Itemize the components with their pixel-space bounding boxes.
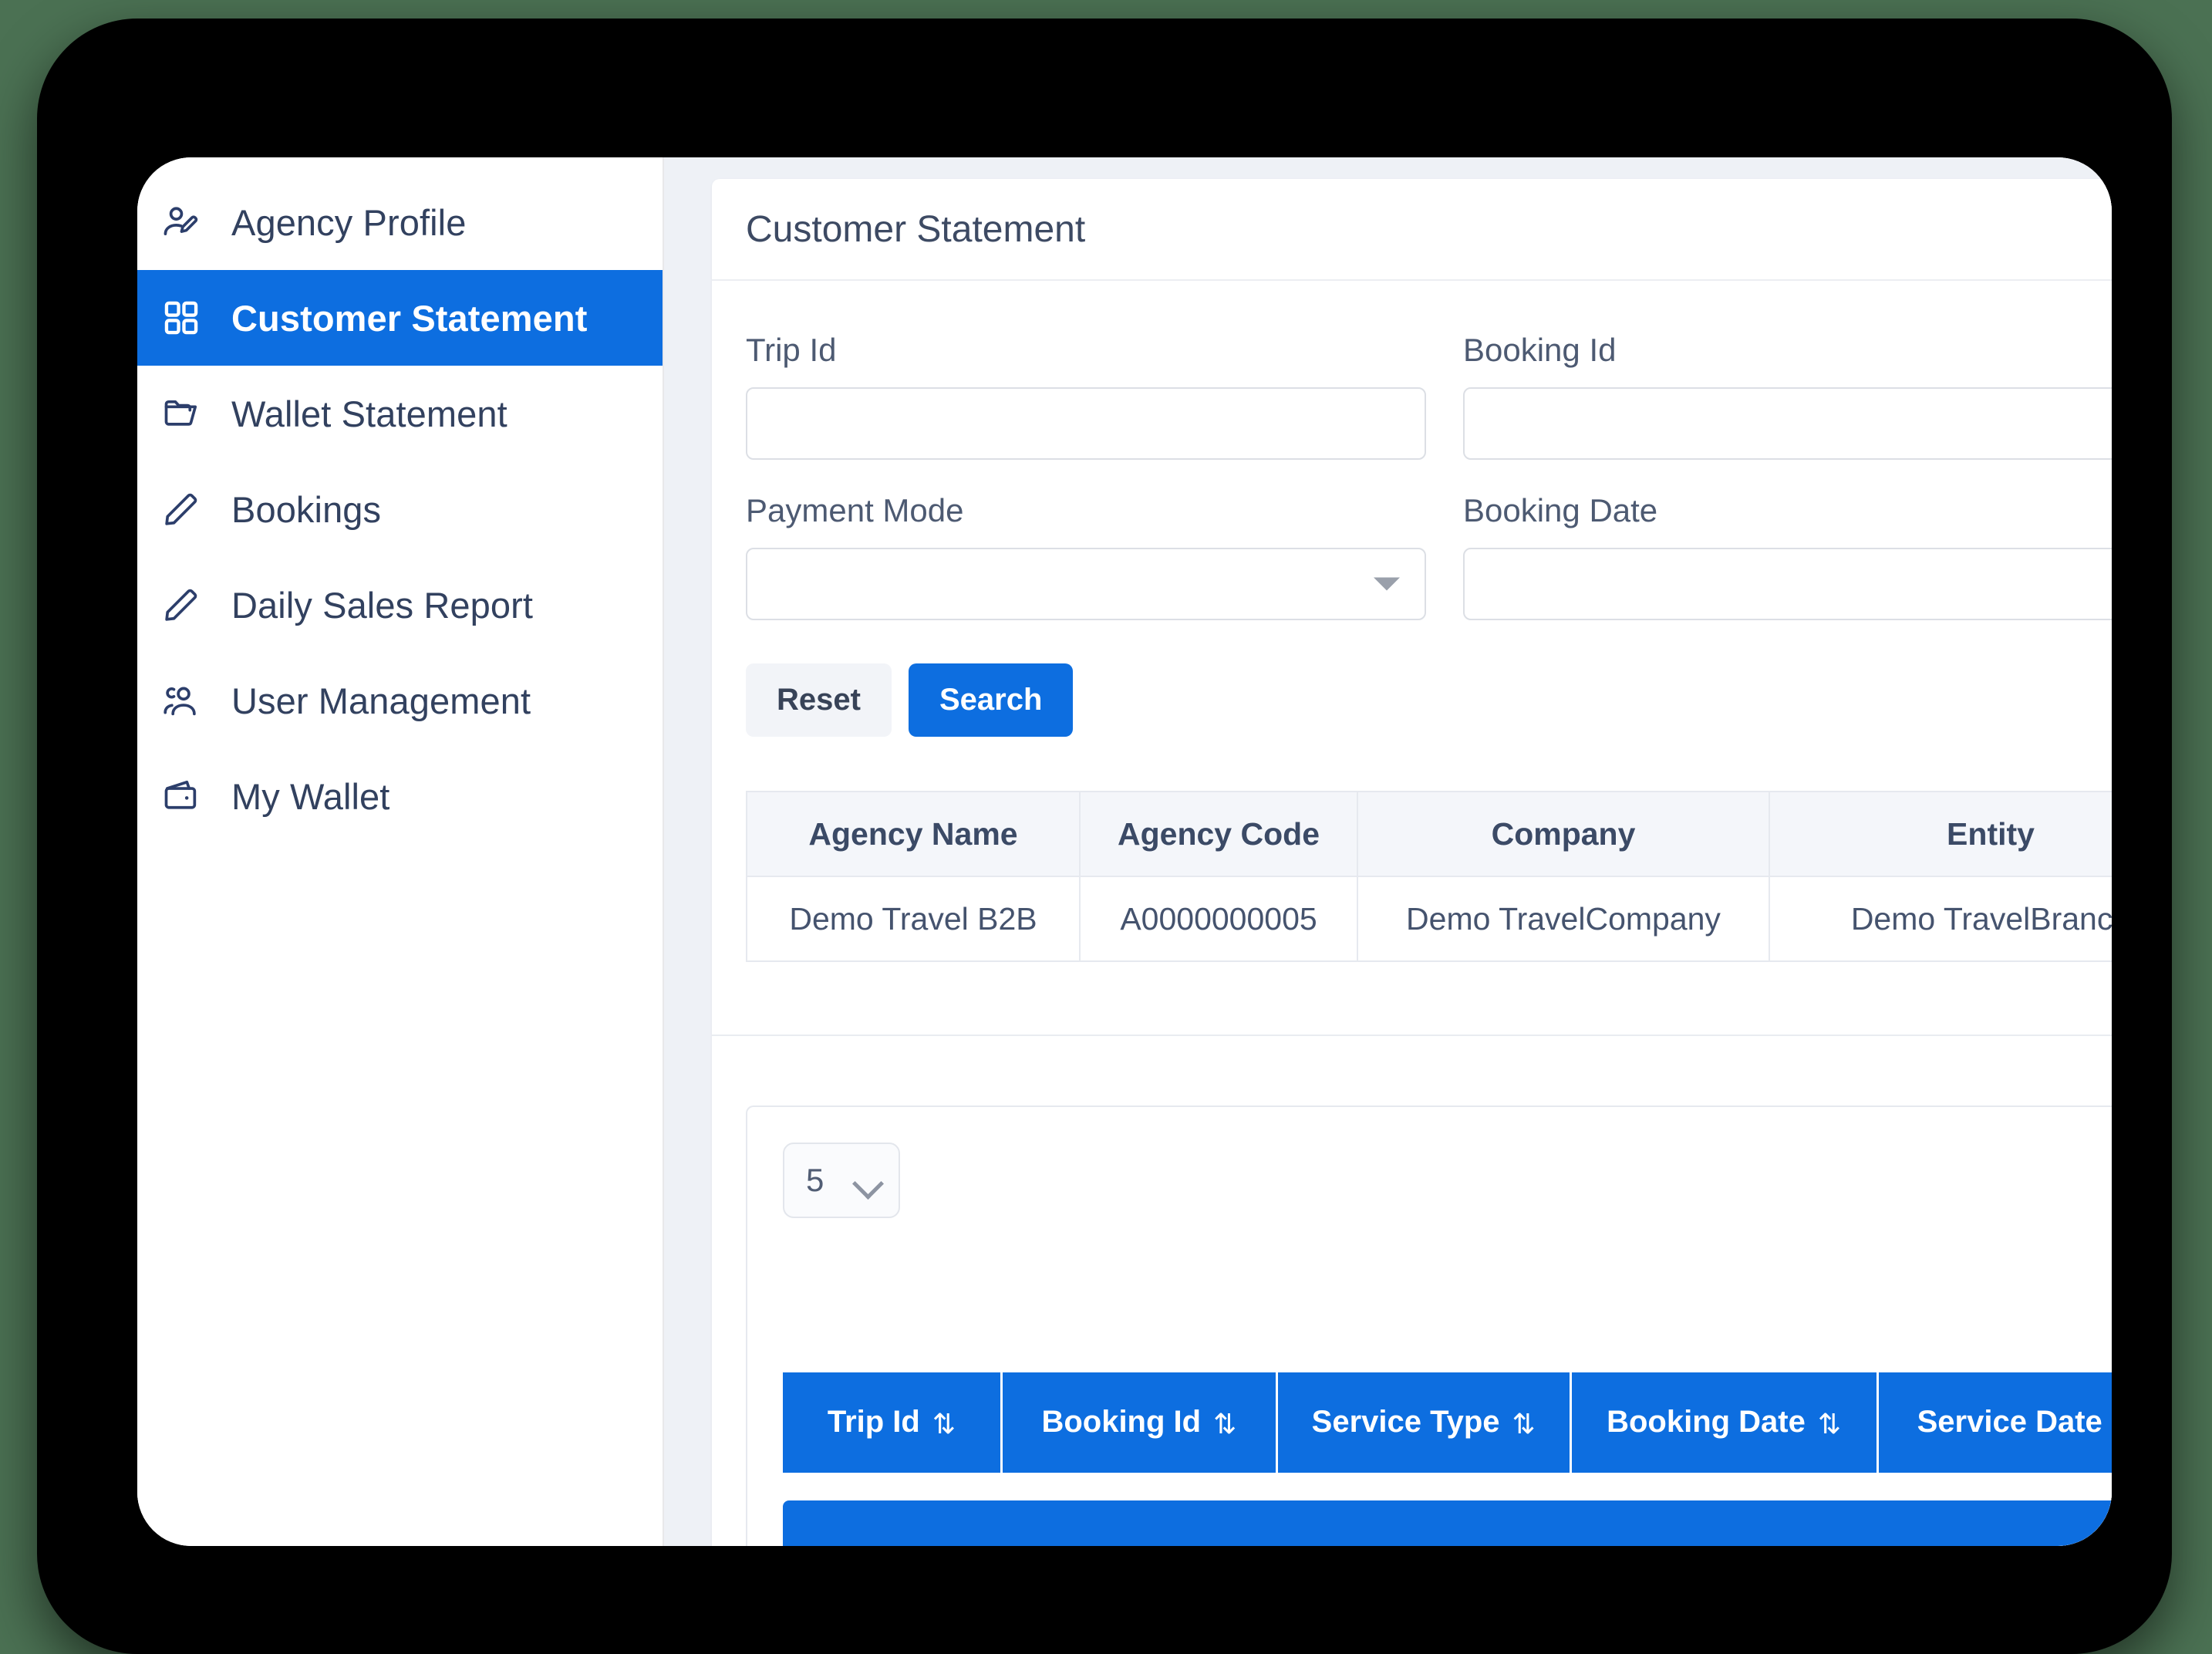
- reset-button[interactable]: Reset: [746, 663, 892, 737]
- payment-mode-label: Payment Mode: [746, 492, 964, 528]
- sidebar-item-user-management[interactable]: User Management: [137, 653, 663, 748]
- column-label: Service Date: [1917, 1405, 2102, 1440]
- page-size-select[interactable]: 5: [783, 1143, 900, 1218]
- trip-id-input[interactable]: [746, 387, 1426, 460]
- filter-form: Trip Id Booking Id Payment Mode Booking …: [712, 281, 2112, 653]
- column-label: Service Type: [1311, 1405, 1500, 1440]
- column-header-service-date[interactable]: Service Date⇅: [1877, 1372, 2112, 1473]
- results-table-wrap: Trip Id ⇅ Booking Id ⇅ Service Type ⇅ Bo…: [783, 1372, 2112, 1546]
- sidebar-item-agency-profile[interactable]: Agency Profile: [137, 174, 663, 270]
- sort-toggle-icon[interactable]: ⇅: [1213, 1408, 1236, 1440]
- sort-toggle-icon[interactable]: ⇅: [1512, 1408, 1536, 1440]
- search-button[interactable]: Search: [908, 663, 1074, 737]
- sidebar-item-label: Agency Profile: [231, 201, 467, 243]
- app-shell: Agency Profile Customer Statement Wallet…: [137, 157, 2112, 1546]
- sidebar: Agency Profile Customer Statement Wallet…: [137, 157, 664, 1546]
- page-size-value: 5: [806, 1162, 824, 1198]
- results-panel: 5 Trip Id ⇅ Booking Id ⇅ Service Type ⇅ …: [746, 1105, 2112, 1546]
- trip-id-label: Trip Id: [746, 332, 837, 368]
- sidebar-item-customer-statement[interactable]: Customer Statement: [137, 270, 663, 366]
- users-icon: [159, 678, 204, 723]
- cell-company: Demo TravelCompany: [1357, 876, 1770, 962]
- sidebar-item-my-wallet[interactable]: My Wallet: [137, 748, 663, 844]
- column-header-booking-id[interactable]: Booking Id ⇅: [1001, 1372, 1278, 1473]
- pencil-icon: [159, 582, 204, 627]
- section-divider: [712, 1035, 2112, 1105]
- grid-icon: [159, 295, 204, 340]
- payment-mode-select[interactable]: [746, 548, 1426, 620]
- booking-date-label: Booking Date: [1463, 492, 1658, 528]
- user-edit-icon: [159, 200, 204, 245]
- column-header-company: Company: [1357, 791, 1770, 877]
- card-header: Customer Statement: [712, 179, 2112, 281]
- folder-open-icon: [159, 391, 204, 436]
- field-trip-id: Trip Id: [746, 332, 1426, 460]
- sidebar-item-label: User Management: [231, 680, 531, 721]
- field-booking-date: Booking Date: [1463, 492, 2112, 620]
- page-title: Customer Statement: [746, 208, 1086, 250]
- device-bezel: Agency Profile Customer Statement Wallet…: [37, 19, 2172, 1654]
- booking-id-label: Booking Id: [1463, 332, 1617, 368]
- sidebar-item-label: Daily Sales Report: [231, 584, 534, 626]
- pencil-icon: [159, 487, 204, 532]
- device-screen: Agency Profile Customer Statement Wallet…: [137, 157, 2112, 1546]
- sidebar-item-label: Wallet Statement: [231, 393, 507, 434]
- action-row: Reset Search: [712, 653, 2112, 737]
- cell-entity: Demo TravelBranch: [1769, 876, 2112, 962]
- column-header-agency-name: Agency Name: [746, 791, 1081, 877]
- wallet-icon: [159, 774, 204, 819]
- sort-toggle-icon[interactable]: ⇅: [932, 1408, 956, 1440]
- sidebar-item-wallet-statement[interactable]: Wallet Statement: [137, 366, 663, 461]
- sidebar-item-label: Bookings: [231, 488, 382, 530]
- chevron-down-icon: [855, 1173, 882, 1188]
- column-header-service-type[interactable]: Service Type ⇅: [1276, 1372, 1572, 1473]
- sidebar-item-daily-sales-report[interactable]: Daily Sales Report: [137, 557, 663, 653]
- table-header-row: Trip Id ⇅ Booking Id ⇅ Service Type ⇅ Bo…: [783, 1372, 2112, 1473]
- content-card: Customer Statement Trip Id Booking Id Pa…: [712, 179, 2112, 1546]
- sort-toggle-icon[interactable]: ⇅: [1818, 1408, 1841, 1440]
- sidebar-item-label: Customer Statement: [231, 297, 588, 339]
- table-row: Demo Travel B2B A0000000005 Demo TravelC…: [746, 876, 2112, 962]
- column-label: Booking Id: [1041, 1405, 1202, 1440]
- column-header-agency-code: Agency Code: [1079, 791, 1358, 877]
- sidebar-item-label: My Wallet: [231, 775, 390, 817]
- cell-agency-name: Demo Travel B2B: [746, 876, 1081, 962]
- agency-table: Agency Name Agency Code Company Entity D…: [746, 791, 2112, 962]
- column-header-entity: Entity: [1769, 791, 2112, 877]
- column-label: Booking Date: [1607, 1405, 1806, 1440]
- booking-date-input[interactable]: [1463, 548, 2112, 620]
- sidebar-item-bookings[interactable]: Bookings: [137, 461, 663, 557]
- field-booking-id: Booking Id: [1463, 332, 2112, 460]
- column-label: Trip Id: [827, 1405, 920, 1440]
- cell-agency-code: A0000000005: [1079, 876, 1358, 962]
- results-table: Trip Id ⇅ Booking Id ⇅ Service Type ⇅ Bo…: [783, 1372, 2112, 1473]
- results-footer-bar: [783, 1500, 2112, 1546]
- column-header-booking-date[interactable]: Booking Date ⇅: [1570, 1372, 1879, 1473]
- column-header-trip-id[interactable]: Trip Id ⇅: [783, 1372, 1003, 1473]
- table-header-row: Agency Name Agency Code Company Entity: [746, 791, 2112, 877]
- agency-table-wrap: Agency Name Agency Code Company Entity D…: [712, 737, 2112, 962]
- main-content-area: Customer Statement Trip Id Booking Id Pa…: [664, 157, 2112, 1546]
- field-payment-mode: Payment Mode: [746, 492, 1426, 620]
- booking-id-input[interactable]: [1463, 387, 2112, 460]
